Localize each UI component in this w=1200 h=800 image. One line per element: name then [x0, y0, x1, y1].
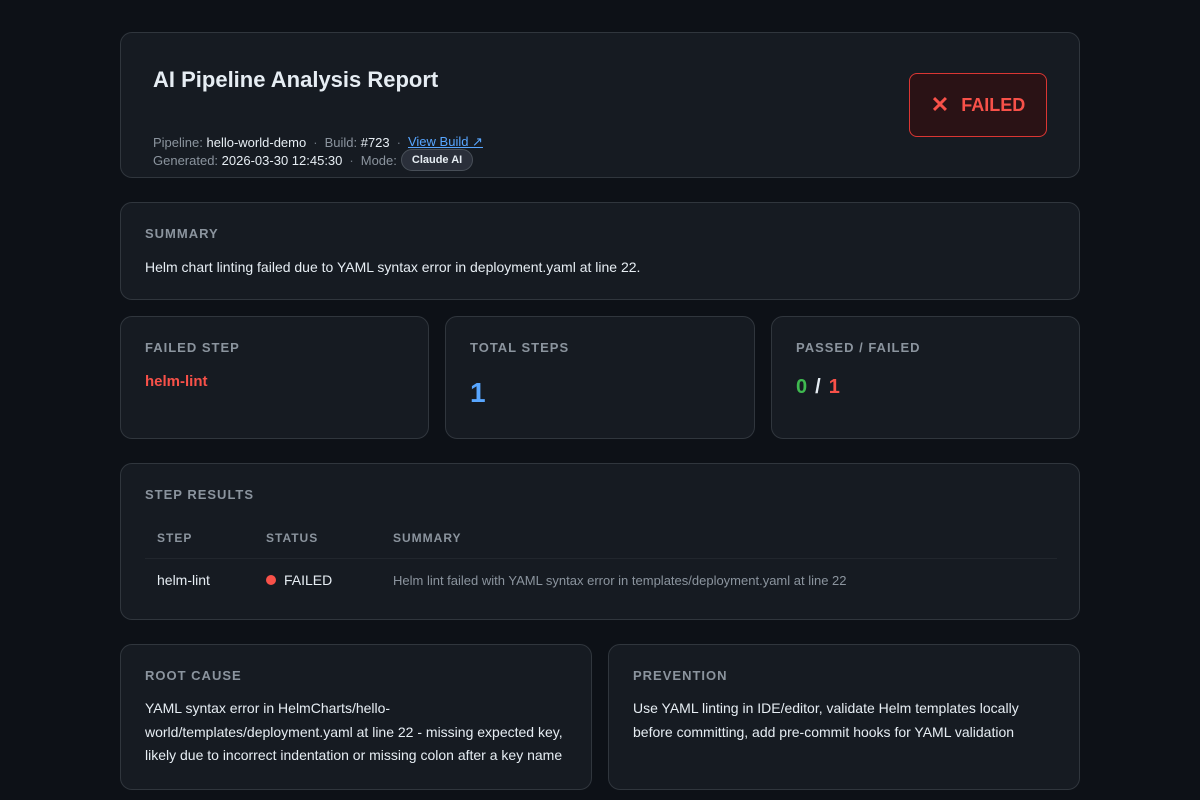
- generated-meta: Generated: 2026-03-30 12:45:30 · Mode: C…: [153, 149, 474, 171]
- mode-label: Mode:: [360, 152, 397, 168]
- passed-count: 0: [796, 376, 808, 398]
- prevention-title: PREVENTION: [633, 668, 728, 683]
- view-build-link[interactable]: View Build ↗: [408, 134, 483, 150]
- step-status-label: FAILED: [284, 572, 333, 588]
- total-steps-card: TOTAL STEPS 1: [445, 316, 755, 439]
- column-header-step: STEP: [145, 526, 254, 559]
- step-results-table: STEP STATUS SUMMARY helm-lint FAILED Hel…: [145, 526, 1057, 601]
- meta-separator: ·: [349, 152, 354, 168]
- step-results-title: STEP RESULTS: [145, 487, 255, 502]
- column-header-status: STATUS: [254, 526, 381, 559]
- close-icon: ✕: [930, 92, 950, 117]
- count-divider: /: [815, 376, 821, 398]
- mode-badge: Claude AI: [400, 149, 474, 171]
- page-title: AI Pipeline Analysis Report: [153, 67, 439, 92]
- table-header-row: STEP STATUS SUMMARY: [145, 526, 1057, 559]
- failed-step-card: FAILED STEP helm-lint: [120, 316, 429, 439]
- generated-value: 2026-03-30 12:45:30: [221, 152, 343, 168]
- failed-count: 1: [828, 376, 840, 398]
- column-header-summary: SUMMARY: [381, 526, 1057, 559]
- step-summary: Helm lint failed with YAML syntax error …: [393, 572, 847, 588]
- passed-failed-title: PASSED / FAILED: [796, 340, 921, 355]
- total-steps-title: TOTAL STEPS: [470, 340, 570, 355]
- root-cause-text: YAML syntax error in HelmCharts/hello-wo…: [145, 700, 563, 763]
- root-cause-card: ROOT CAUSE YAML syntax error in HelmChar…: [120, 644, 592, 790]
- report-header: AI Pipeline Analysis Report Pipeline: he…: [120, 32, 1080, 178]
- step-status: FAILED: [254, 559, 381, 602]
- prevention-text: Use YAML linting in IDE/editor, validate…: [633, 700, 1019, 740]
- step-name: helm-lint: [157, 572, 210, 588]
- passed-failed-card: PASSED / FAILED 0 / 1: [771, 316, 1080, 439]
- meta-separator: ·: [313, 134, 318, 150]
- status-label: FAILED: [961, 94, 1026, 115]
- total-steps-value: 1: [470, 377, 486, 408]
- failed-step-value: helm-lint: [145, 373, 208, 390]
- summary-card: SUMMARY Helm chart linting failed due to…: [120, 202, 1080, 300]
- meta-separator: ·: [396, 134, 401, 150]
- build-label: Build:: [324, 134, 358, 150]
- summary-text: Helm chart linting failed due to YAML sy…: [145, 259, 641, 275]
- pipeline-meta: Pipeline: hello-world-demo · Build: #723…: [153, 134, 483, 150]
- step-results-card: STEP RESULTS STEP STATUS SUMMARY helm-li…: [120, 463, 1080, 620]
- root-cause-title: ROOT CAUSE: [145, 668, 242, 683]
- summary-title: SUMMARY: [145, 226, 219, 241]
- table-row: helm-lint FAILED Helm lint failed with Y…: [145, 559, 1057, 602]
- generated-label: Generated:: [153, 152, 219, 168]
- failed-step-title: FAILED STEP: [145, 340, 240, 355]
- status-dot-icon: [266, 575, 276, 586]
- status-badge: ✕ FAILED: [909, 73, 1047, 137]
- build-number: #723: [360, 134, 390, 150]
- pipeline-label: Pipeline:: [153, 134, 203, 150]
- pipeline-name: hello-world-demo: [206, 134, 307, 150]
- prevention-card: PREVENTION Use YAML linting in IDE/edito…: [608, 644, 1080, 790]
- passed-failed-value: 0 / 1: [796, 376, 840, 399]
